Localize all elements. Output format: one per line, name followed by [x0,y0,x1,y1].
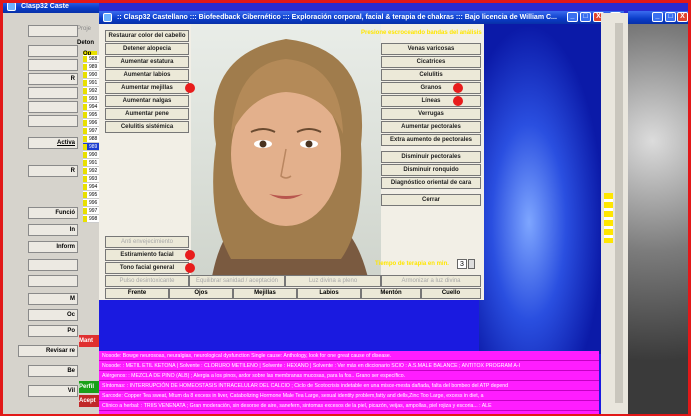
warts-button[interactable]: Verrugas [381,108,481,120]
right-window-titlebar[interactable]: _ □ X [628,11,689,24]
info-line: Alérgenos: : MEZCLA DE PINO (ALB) ; Aler… [99,371,599,381]
increase-cheeks-button[interactable]: Aumentar mejillas [105,82,189,94]
anti-aging-button[interactable]: Anti envejecimiento [105,236,189,248]
tab-chin[interactable]: Mentón [361,288,421,299]
app-icon [7,2,16,11]
left-app-button[interactable] [28,87,78,99]
tab-neck[interactable]: Cuello [421,288,481,299]
tab-eyes[interactable]: Ojos [169,288,233,299]
acep-label[interactable]: Acept [79,395,99,407]
left-app-button[interactable]: R [28,165,78,177]
left-app-button[interactable]: Revisar re [18,345,78,357]
stop-alopecia-button[interactable]: Detener alopecia [105,43,189,55]
increase-penis-button[interactable]: Aumentar pene [105,108,189,120]
pimples-button[interactable]: Granos [381,82,481,94]
tab-forehead[interactable]: Frente [105,288,169,299]
active-marker-lines [453,96,463,106]
info-line: Nosode: Bowge neurosoas, neuralgias, neu… [99,351,599,361]
info-line: Síntomas: : INTERRUPCIÓN DE HOMEOSTASIS … [99,381,599,391]
balance-health-button[interactable]: Equilibrar sanidad / aceptación [189,275,285,287]
left-app-button[interactable] [28,259,78,271]
tab-lips[interactable]: Labios [297,288,361,299]
maximize-button[interactable]: □ [580,12,591,22]
left-app-button[interactable] [28,115,78,127]
proje-label: Proje [77,26,92,32]
left-app-button[interactable]: Funció [28,207,78,219]
left-app-button[interactable]: R [28,73,78,85]
top-instruction-text: Presione escroceando bandas del análisis [361,30,482,36]
left-app-button[interactable] [28,45,78,57]
tab-cheeks[interactable]: Mejillas [233,288,297,299]
left-app-button[interactable]: Be [28,365,78,377]
left-app-button[interactable] [28,275,78,287]
deton-label: Deton [77,40,94,46]
maximize-button[interactable]: □ [665,12,676,22]
main-window-body: Restaurar color del cabello Detener alop… [99,24,601,414]
perfil-label[interactable]: Perfil [79,381,99,393]
minimize-button[interactable]: _ [652,12,663,22]
left-app-button[interactable]: M [28,293,78,305]
general-facial-tone-button[interactable]: Tono facial general [105,262,189,274]
facelift-button[interactable]: Estiramiento facial [105,249,189,261]
increase-lips-button[interactable]: Aumentar labios [105,69,189,81]
extra-increase-pectorals-button[interactable]: Extra aumento de pectorales [381,134,481,146]
active-marker-cheeks [185,83,195,93]
divine-light-button[interactable]: Luz divina a pleno [285,275,381,287]
side-scrollbar[interactable] [615,23,623,403]
increase-pectorals-button[interactable]: Aumentar pectorales [381,121,481,133]
harmonize-light-button[interactable]: Armonizar a luz divina [381,275,481,287]
yellow-strip [604,193,613,243]
scars-button[interactable]: Cicatrices [381,56,481,68]
info-line: Nosode: : METIL ETIL KETONA | Solvente :… [99,361,599,371]
main-window-titlebar[interactable]: :: Clasp32 Castellano ::: Biofeedback Ci… [99,11,624,24]
increase-buttocks-button[interactable]: Aumentar nalgas [105,95,189,107]
back-window-title: Clasp32 Caste [21,3,69,10]
left-app-button[interactable]: Vil [28,385,78,397]
varicose-veins-button[interactable]: Venas varicosas [381,43,481,55]
left-app-button[interactable]: Activa [28,137,78,149]
left-app-button[interactable] [28,59,78,71]
left-app-button[interactable] [28,101,78,113]
mant-label[interactable]: Mant [79,335,99,347]
left-app-button[interactable]: In [28,224,78,236]
close-panel-button[interactable]: Cerrar [381,194,481,206]
left-app-button[interactable]: Inform [28,241,78,253]
active-marker-facelift [185,250,195,260]
active-marker-pimples [453,83,463,93]
close-button[interactable]: X [677,12,688,22]
therapy-time-spinner[interactable] [468,259,475,269]
info-line: Sarcode: Copper Tea sweat, Mtum da 8 exc… [99,391,599,401]
therapy-time-input[interactable]: 3 [457,259,467,269]
face-photo [191,24,381,282]
left-app-button[interactable]: Oc [28,309,78,321]
desktop-wallpaper [628,24,689,414]
face-panel: Restaurar color del cabello Detener alop… [99,24,484,300]
decorative-background [479,24,601,354]
face-region-tabs: Frente Ojos Mejillas Labios Mentón Cuell… [99,288,484,300]
restore-hair-color-button[interactable]: Restaurar color del cabello [105,30,189,42]
decrease-pectorals-button[interactable]: Disminuir pectorales [381,151,481,163]
active-marker-tone [185,263,195,273]
face-photo-illustration [211,39,369,282]
minimize-button[interactable]: _ [567,12,578,22]
info-panel: Nosode: Bowge neurosoas, neuralgias, neu… [99,351,599,414]
cellulite-button[interactable]: Celulitis [381,69,481,81]
info-line: Clínico a herbal: : TRIIS VENENATA ; Gra… [99,401,599,411]
left-app-button[interactable] [28,25,78,37]
app-icon [103,13,112,22]
window-title: :: Clasp32 Castellano ::: Biofeedback Ci… [117,14,557,21]
left-app-button[interactable]: Po [28,325,78,337]
lines-button[interactable]: Líneas [381,95,481,107]
oriental-face-diagnosis-button[interactable]: Diagnóstico oriental de cara [381,177,481,189]
decrease-snoring-button[interactable]: Disminuir ronquido [381,164,481,176]
therapy-time-label: Tiempo de terapia en min. [375,261,449,267]
back-window-titlebar[interactable]: Clasp32 Caste [3,0,99,13]
systemic-cellulite-button[interactable]: Celulitis sistémica [105,121,189,133]
increase-height-button[interactable]: Aumentar estatura [105,56,189,68]
detox-pulse-button[interactable]: Pulso desintoxicante [105,275,189,287]
back-app-panel: Proje Deton Op R Activa R Funció In Info… [3,13,103,414]
